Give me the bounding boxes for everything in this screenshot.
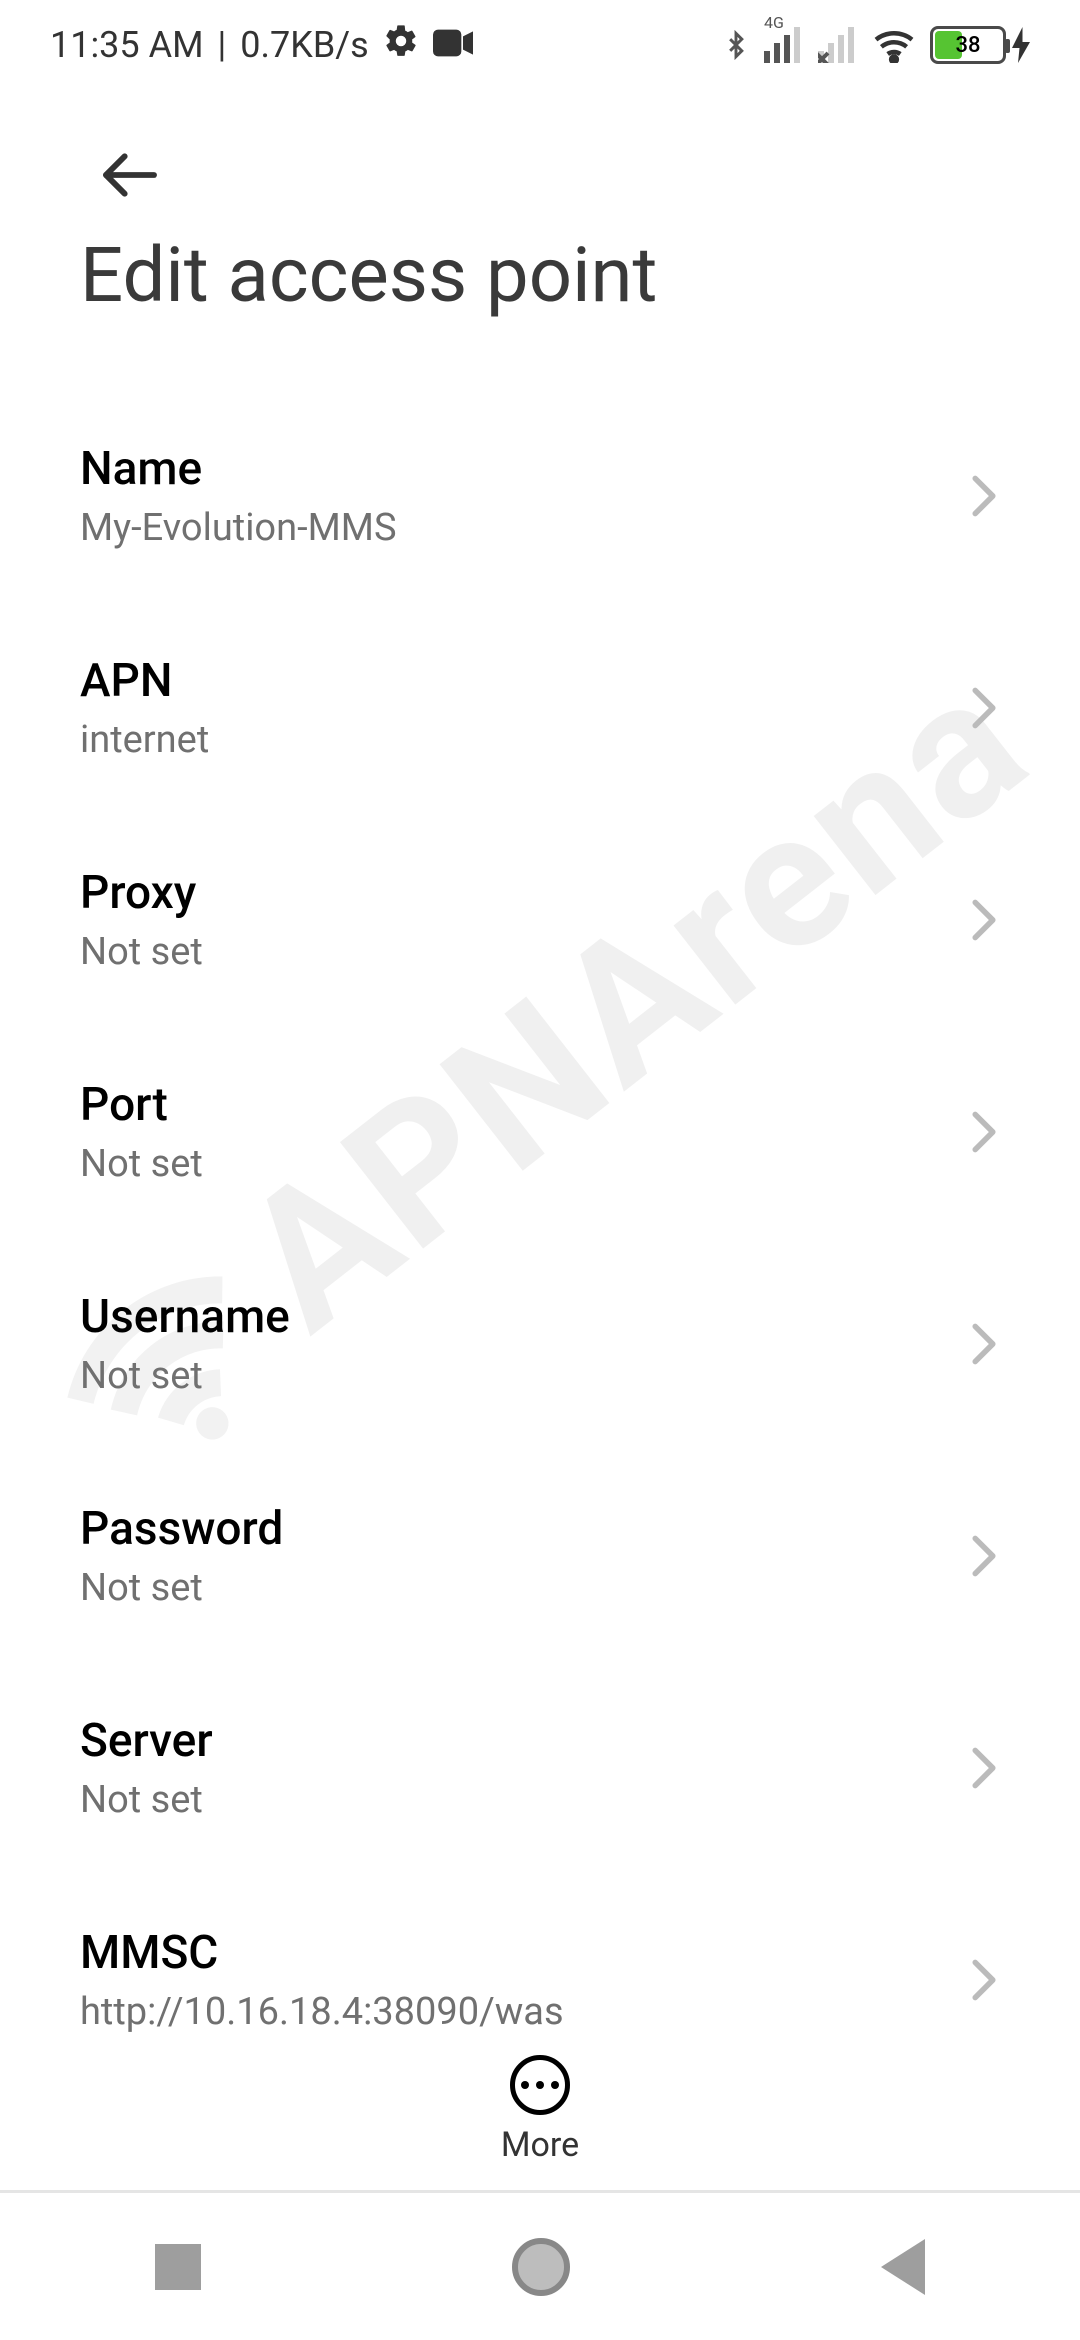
signal-4g-icon: 4G [764,27,804,63]
row-proxy[interactable]: Proxy Not set [80,814,1000,1026]
nav-bar [0,2190,1080,2340]
chevron-right-icon [968,1958,1000,2002]
chevron-right-icon [968,898,1000,942]
row-name[interactable]: Name My-Evolution-MMS [80,390,1000,602]
row-label: Proxy [80,866,940,920]
row-label: MMSC [80,1926,940,1980]
signal-no-sim-icon [818,27,858,63]
arrow-left-icon [98,143,162,207]
row-label: Name [80,442,940,496]
row-value: Not set [80,1354,940,1398]
chevron-right-icon [968,1110,1000,1154]
chevron-right-icon [968,1322,1000,1366]
chevron-right-icon [968,686,1000,730]
more-dots-icon [510,2055,570,2115]
row-mmsc[interactable]: MMSC http://10.16.18.4:38090/was [80,1874,1000,2050]
charging-bolt-icon [1012,27,1030,63]
row-value: Not set [80,1142,940,1186]
chevron-right-icon [968,1534,1000,1578]
row-password[interactable]: Password Not set [80,1450,1000,1662]
row-label: Username [80,1290,940,1344]
page-title: Edit access point [80,230,657,320]
row-username[interactable]: Username Not set [80,1238,1000,1450]
row-label: Password [80,1502,940,1556]
status-left: 11:35 AM | 0.7KB/s [50,23,473,68]
row-port[interactable]: Port Not set [80,1026,1000,1238]
row-label: APN [80,654,940,708]
bluetooth-icon [722,25,750,65]
back-button[interactable] [80,125,180,225]
settings-list: Name My-Evolution-MMS APN internet Proxy… [0,390,1080,2050]
status-speed: 0.7KB/s [240,24,368,66]
row-value: My-Evolution-MMS [80,506,940,550]
nav-recent-button[interactable] [155,2244,201,2290]
row-value: Not set [80,1566,940,1610]
row-label: Server [80,1714,940,1768]
row-value: Not set [80,1778,940,1822]
nav-back-button[interactable] [881,2239,925,2295]
row-value: internet [80,718,940,762]
status-bar: 11:35 AM | 0.7KB/s 4G 38 [0,0,1080,90]
row-apn[interactable]: APN internet [80,602,1000,814]
nav-home-button[interactable] [512,2238,570,2296]
chevron-right-icon [968,1746,1000,1790]
row-value: Not set [80,930,940,974]
status-time: 11:35 AM [50,24,204,66]
status-sep: | [218,24,227,66]
settings-gear-icon [383,23,419,68]
status-right: 4G 38 [722,25,1030,65]
battery-indicator: 38 [930,26,1030,64]
row-server[interactable]: Server Not set [80,1662,1000,1874]
chevron-right-icon [968,474,1000,518]
row-value: http://10.16.18.4:38090/was [80,1990,940,2034]
topbar [0,100,1080,250]
camera-icon [433,24,473,66]
more-label: More [501,2125,579,2165]
row-label: Port [80,1078,940,1132]
more-button[interactable]: More [0,2030,1080,2190]
wifi-icon [872,27,916,63]
